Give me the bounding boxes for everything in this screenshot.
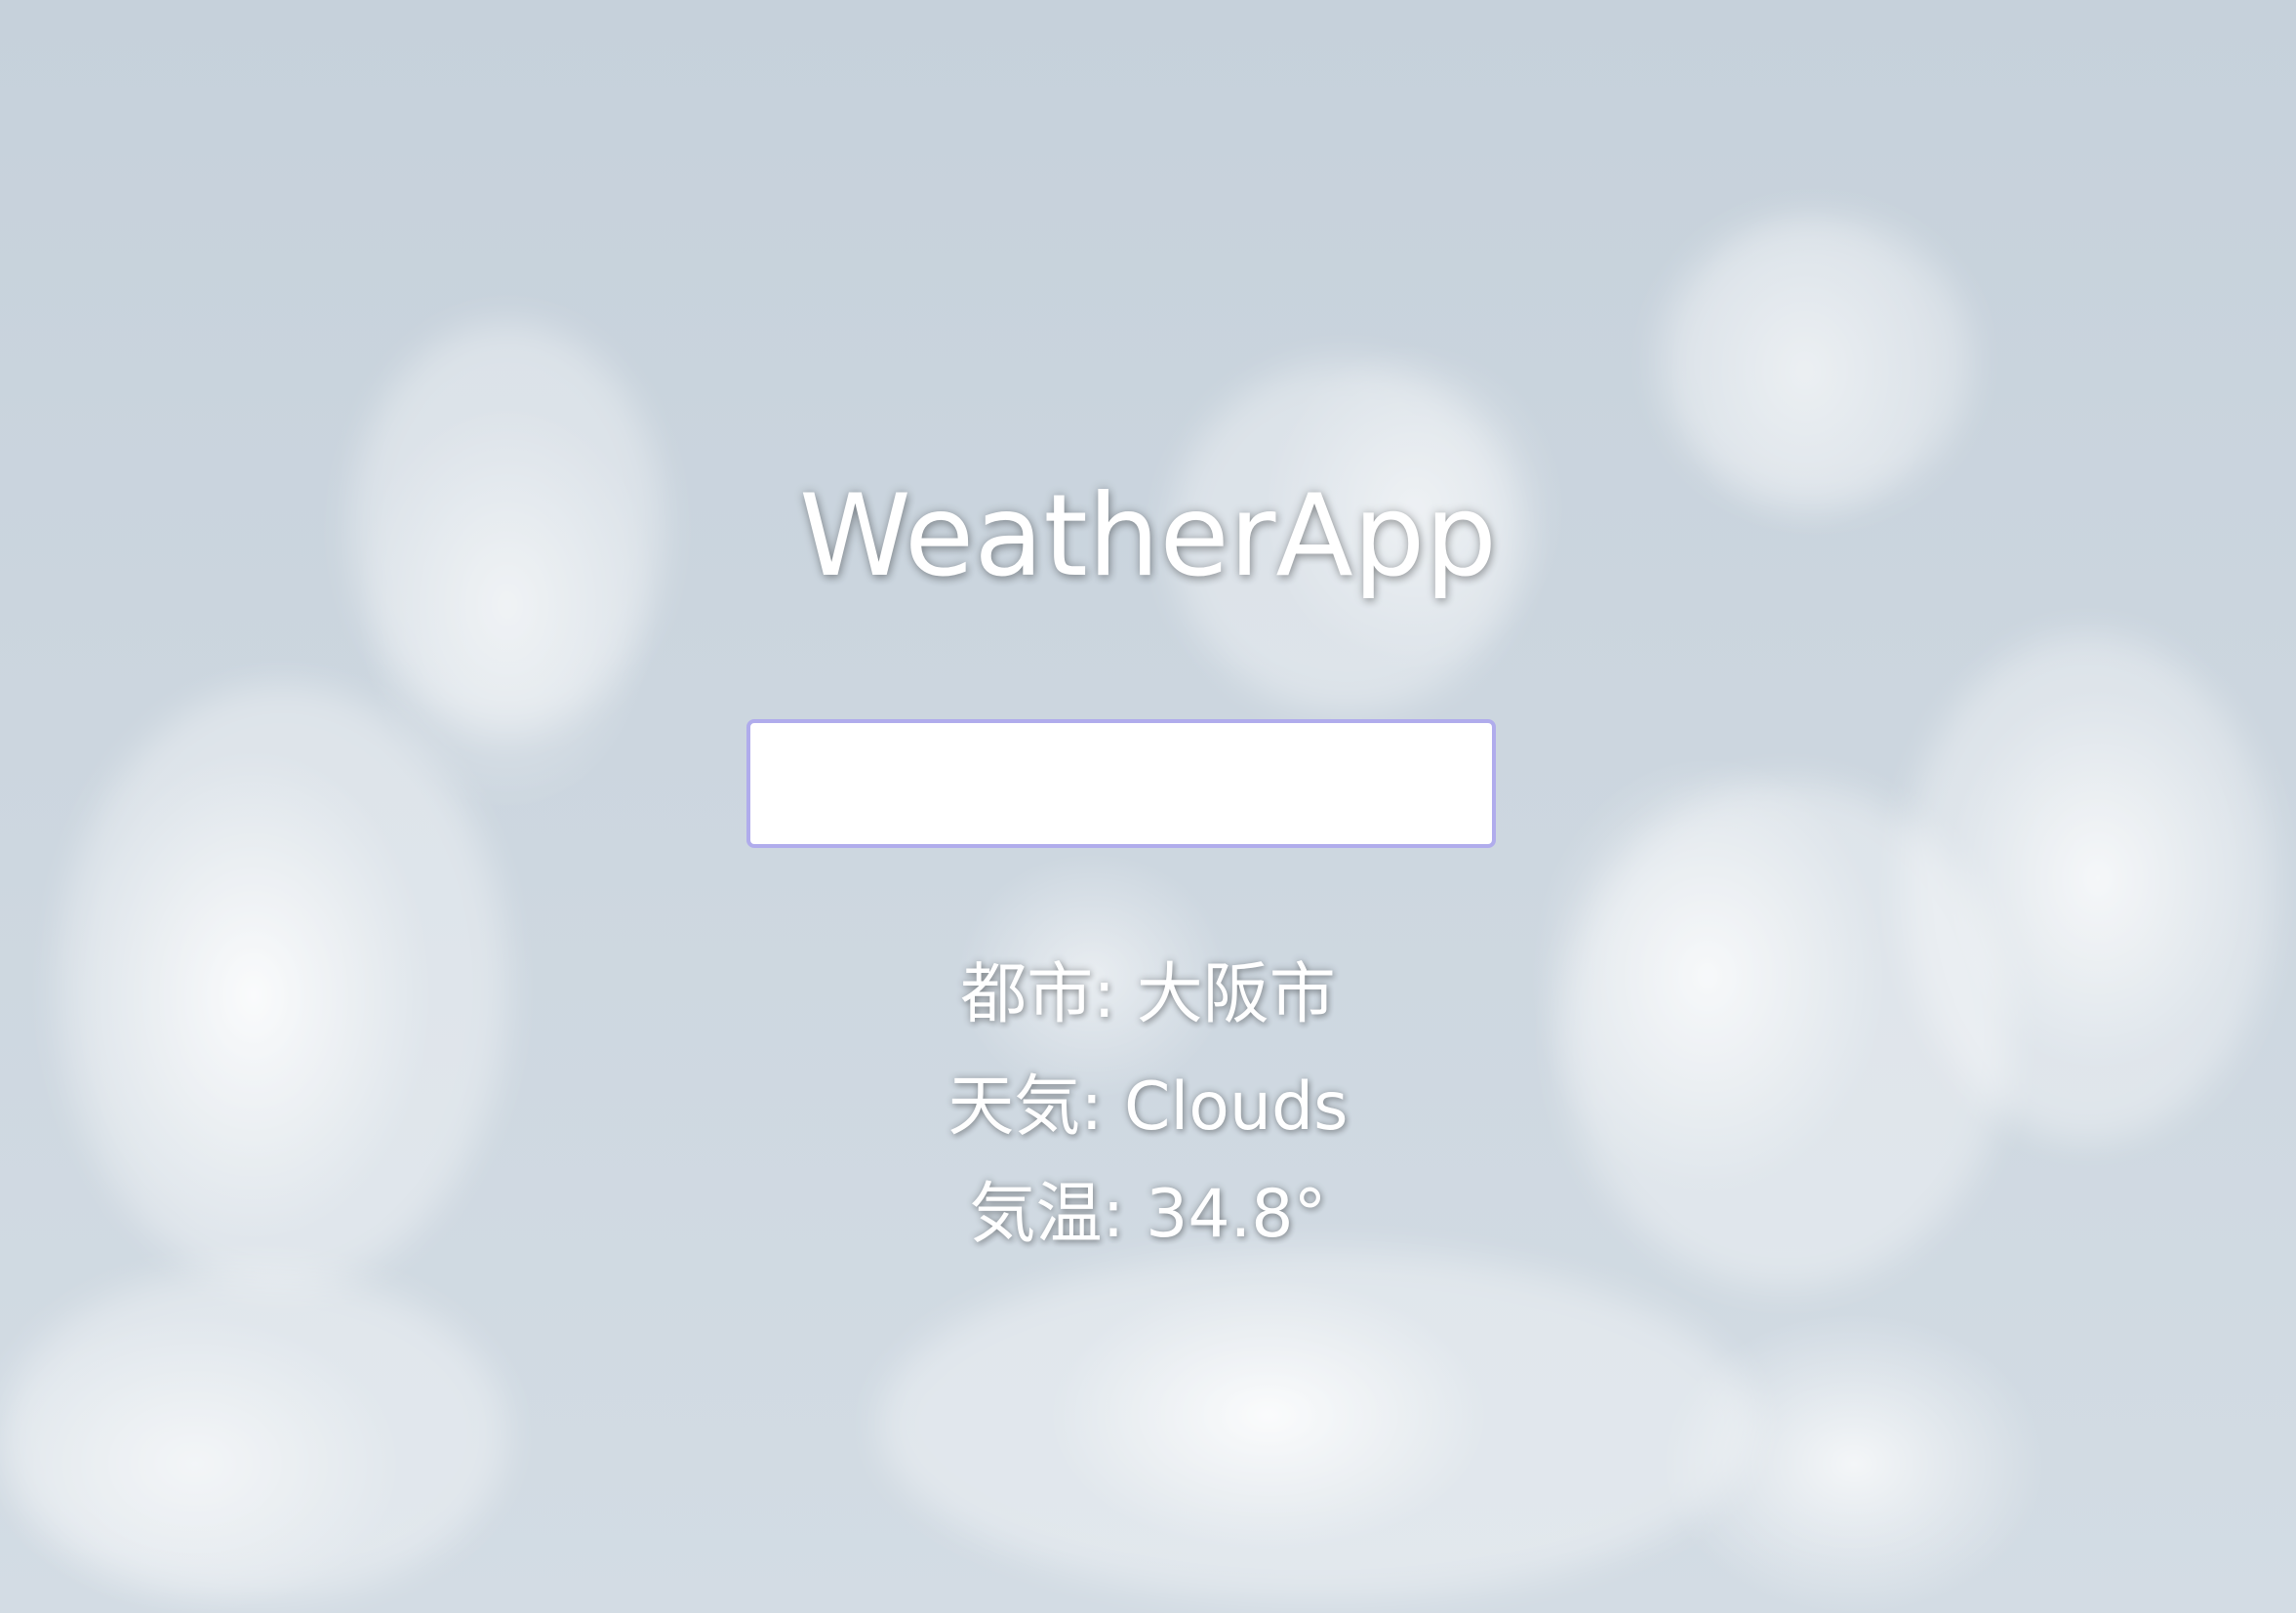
city-row: 都市: 大阪市: [0, 947, 2296, 1044]
temperature-label: 気温: [969, 1176, 1103, 1253]
separator: :: [1093, 956, 1137, 1033]
separator: :: [1102, 1176, 1147, 1253]
city-label: 都市: [960, 956, 1094, 1033]
weather-label: 天気: [947, 1069, 1081, 1146]
app-title: WeatherApp: [798, 470, 1498, 602]
temperature-value: 34.8°: [1146, 1176, 1327, 1253]
weather-row: 天気: Clouds: [0, 1059, 2296, 1156]
weather-value: Clouds: [1123, 1069, 1349, 1146]
separator: :: [1080, 1069, 1124, 1146]
temperature-row: 気温: 34.8°: [0, 1166, 2296, 1264]
city-search-input[interactable]: [746, 719, 1496, 848]
weather-app-main: WeatherApp 都市: 大阪市 天気: Clouds 気温: 34.8°: [0, 0, 2296, 1613]
city-value: 大阪市: [1136, 956, 1336, 1033]
